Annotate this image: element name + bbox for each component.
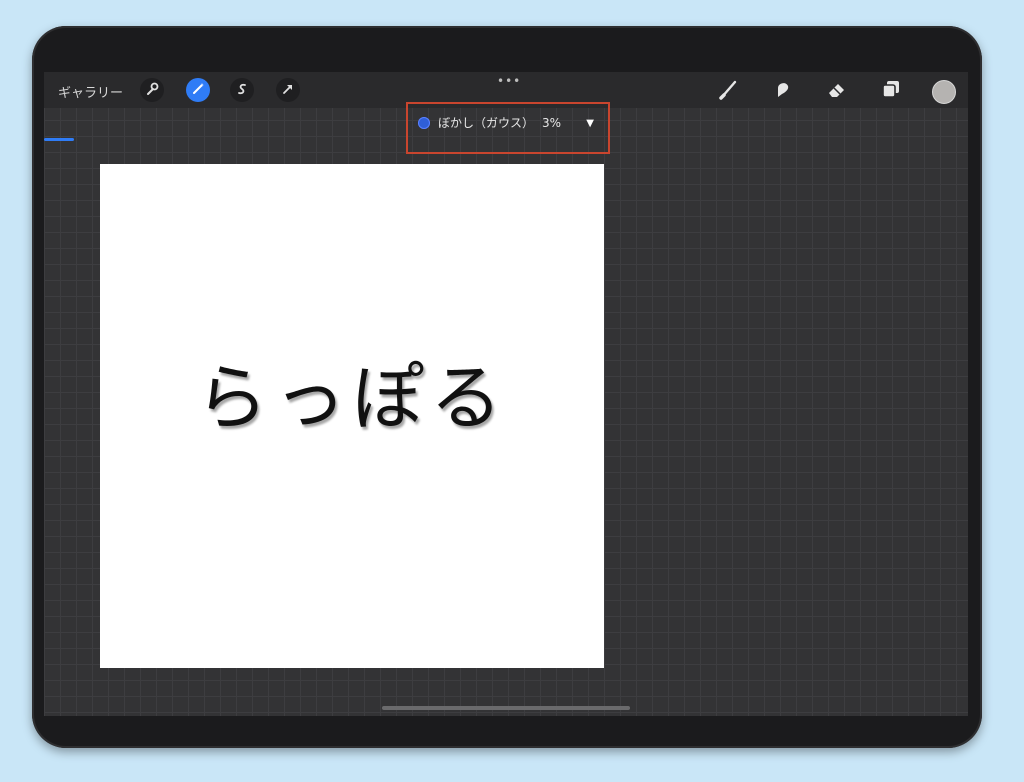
eraser-tool-button[interactable] — [824, 78, 850, 104]
dropdown-arrow-icon[interactable]: ▼ — [586, 118, 594, 129]
selection-button[interactable] — [230, 78, 254, 102]
transform-arrow-icon — [281, 81, 295, 100]
actions-button[interactable] — [140, 78, 164, 102]
wrench-icon — [145, 81, 159, 100]
blur-icon — [418, 116, 430, 129]
gaussian-blur-adjustment-bar[interactable]: ぼかし（ガウス） 3% ▼ — [406, 102, 610, 154]
smudge-icon — [772, 78, 794, 104]
magic-wand-icon — [191, 81, 205, 100]
layers-icon — [881, 79, 901, 103]
eraser-icon — [826, 78, 848, 104]
gallery-button[interactable]: ギャラリー — [58, 82, 123, 101]
adjustment-label: ぼかし（ガウス） — [438, 116, 535, 130]
brush-size-slider[interactable] — [44, 138, 74, 141]
selection-icon — [235, 81, 249, 100]
layers-button[interactable] — [878, 78, 904, 104]
brush-tool-button[interactable] — [716, 78, 742, 104]
adjustments-button[interactable] — [186, 78, 210, 102]
home-indicator[interactable] — [382, 706, 630, 710]
toolbar-grabber[interactable]: ••• — [497, 74, 521, 88]
procreate-workspace: ギャラリー ••• ぼかし（ガウス） 3% ▼ らっぽる — [44, 72, 968, 716]
drawing-canvas[interactable]: らっぽる — [100, 164, 604, 668]
brush-icon — [718, 78, 740, 104]
canvas-handwritten-text: らっぽる — [195, 356, 508, 440]
transform-button[interactable] — [276, 78, 300, 102]
color-swatch[interactable] — [932, 80, 956, 104]
smudge-tool-button[interactable] — [770, 78, 796, 104]
adjustment-value: 3% — [542, 115, 562, 130]
